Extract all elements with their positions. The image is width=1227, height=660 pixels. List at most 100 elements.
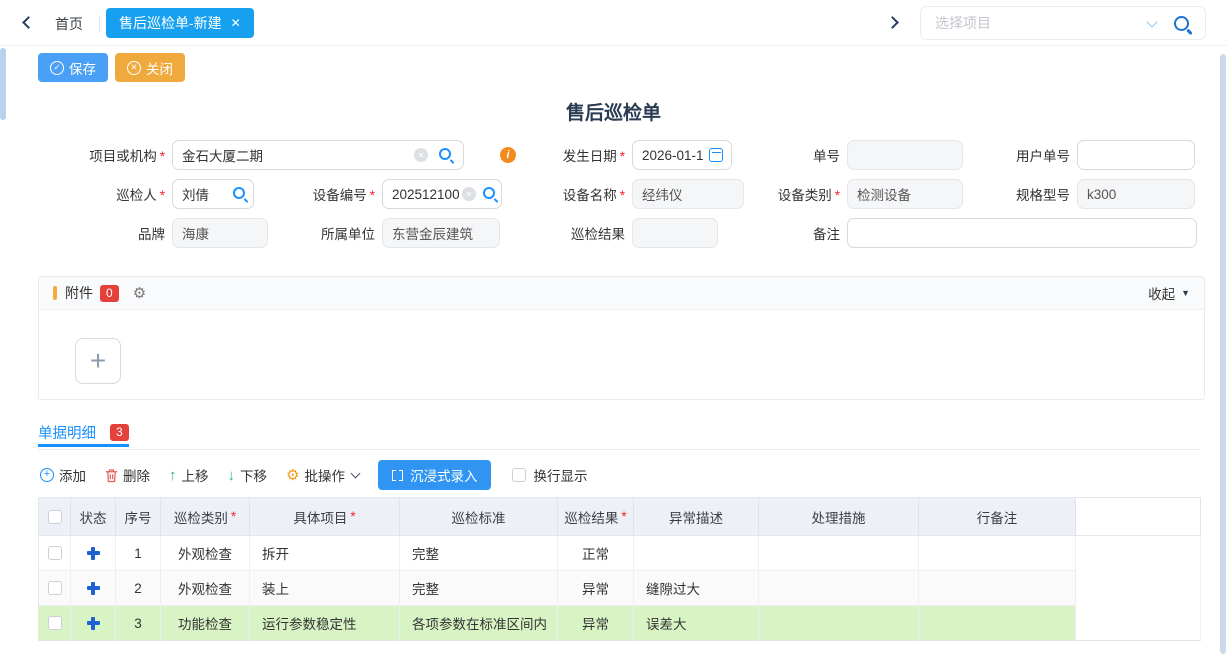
field-label: 设备类别 [778,188,832,203]
attachments-header: 附件 0 ⚙ 收起 ▼ [39,277,1204,310]
cell-abnormal[interactable]: 缝隙过大 [634,571,759,606]
field-device-type: 设备类别* [705,179,963,209]
plus-icon: + [90,345,106,377]
chevron-down-icon [351,469,361,479]
chevron-down-icon[interactable] [1146,16,1157,27]
field-owner-unit: 所属单位 [240,218,500,248]
cell-abnormal[interactable]: 误差大 [634,606,759,641]
add-plus-icon[interactable] [87,617,100,630]
trash-icon [105,468,118,483]
cell-item[interactable]: 拆开 [250,536,400,571]
cell-item[interactable]: 装上 [250,571,400,606]
field-label: 设备名称 [563,188,617,203]
cell-row-remark[interactable] [919,536,1076,571]
cell-measure[interactable] [759,571,919,606]
search-icon[interactable] [439,148,451,160]
clear-icon[interactable] [462,187,476,201]
cell-standard[interactable]: 完整 [400,536,558,571]
cell-checkbox [39,606,71,641]
cell-category[interactable]: 外观检查 [161,571,250,606]
check-circle-icon: ✓ [50,61,64,75]
cell-item[interactable]: 运行参数稳定性 [250,606,400,641]
cell-checkbox [39,571,71,606]
move-down-button[interactable]: ↓ 下移 [228,465,268,485]
field-project: 项目或机构* [30,140,464,170]
calendar-icon[interactable] [709,148,723,162]
search-icon[interactable] [1174,16,1189,31]
select-all-checkbox[interactable] [48,510,62,524]
add-plus-icon[interactable] [87,547,100,560]
col-header-standard: 巡检标准 [400,498,558,536]
save-button[interactable]: ✓ 保存 [38,53,108,82]
col-header-item: 具体项目* [250,498,400,536]
move-up-button[interactable]: ↑ 上移 [169,465,209,485]
forward-chevron-icon[interactable] [886,16,899,29]
cell-result[interactable]: 正常 [558,536,634,571]
cell-row-remark[interactable] [919,606,1076,641]
row-checkbox[interactable] [48,581,62,595]
add-row-button[interactable]: 添加 [40,465,86,485]
attachments-label: 附件 [65,283,93,303]
tab-divider [38,449,1200,450]
inspect-result-input [632,218,718,248]
user-doc-no-input[interactable] [1077,140,1195,170]
field-label: 品牌 [138,227,165,242]
immersive-entry-button[interactable]: 沉浸式录入 [378,460,492,490]
x-circle-icon: ✕ [127,61,141,75]
cell-row-remark[interactable] [919,571,1076,606]
gear-icon[interactable]: ⚙ [133,284,146,302]
field-spec-model: 规格型号 [985,179,1195,209]
attachments-count-badge: 0 [100,285,119,302]
required-mark: * [620,149,625,164]
cell-empty [1076,536,1201,571]
collapse-toggle[interactable]: 收起 ▼ [1148,283,1190,303]
grid-toolbar: 添加 删除 ↑ 上移 ↓ 下移 ⚙ 批操作 沉浸式录入 换行显示 [40,460,587,490]
project-select-input[interactable] [921,7,1148,39]
spec-model-input [1077,179,1195,209]
row-checkbox[interactable] [48,546,62,560]
col-header-abnormal: 异常描述 [634,498,759,536]
close-button[interactable]: ✕ 关闭 [115,53,185,82]
cell-measure[interactable] [759,606,919,641]
remark-input[interactable] [847,218,1197,248]
clear-icon[interactable] [414,148,428,162]
wrap-display-checkbox[interactable] [512,468,526,482]
cell-measure[interactable] [759,536,919,571]
batch-ops-button[interactable]: ⚙ 批操作 [286,465,359,485]
field-doc-no: 单号 [770,140,963,170]
cell-seq: 1 [116,536,161,571]
cell-standard[interactable]: 完整 [400,571,558,606]
gear-icon: ⚙ [286,466,299,484]
info-icon[interactable] [500,147,516,163]
page-title: 售后巡检单 [0,98,1227,125]
required-mark: * [620,188,625,203]
tab-home[interactable]: 首页 [55,14,83,34]
cell-abnormal[interactable] [634,536,759,571]
field-label: 规格型号 [1016,188,1070,203]
back-chevron-icon[interactable] [22,16,35,29]
cell-category[interactable]: 外观检查 [161,536,250,571]
tab-active[interactable]: 售后巡检单-新建 ✕ [106,8,254,38]
row-checkbox[interactable] [48,616,62,630]
cell-category[interactable]: 功能检查 [161,606,250,641]
field-brand: 品牌 [30,218,268,248]
right-scrollbar[interactable] [1220,54,1226,654]
field-user-doc-no: 用户单号 [985,140,1195,170]
cell-empty [1076,606,1201,641]
attachments-panel: 附件 0 ⚙ 收起 ▼ + [38,276,1205,400]
required-mark: * [835,188,840,203]
tab-close-icon[interactable]: ✕ [231,17,241,29]
delete-row-button[interactable]: 删除 [105,465,150,485]
detail-count-badge: 3 [110,424,129,441]
cell-result[interactable]: 异常 [558,606,634,641]
upload-button[interactable]: + [75,338,121,384]
cell-result[interactable]: 异常 [558,571,634,606]
cell-standard[interactable]: 各项参数在标准区间内 [400,606,558,641]
cell-status [71,571,116,606]
doc-no-input [847,140,963,170]
add-plus-icon[interactable] [87,582,100,595]
col-header-category: 巡检类别* [161,498,250,536]
col-header-empty [1076,498,1201,536]
tab-detail[interactable]: 单据明细 3 [38,423,129,447]
required-mark: * [160,188,165,203]
